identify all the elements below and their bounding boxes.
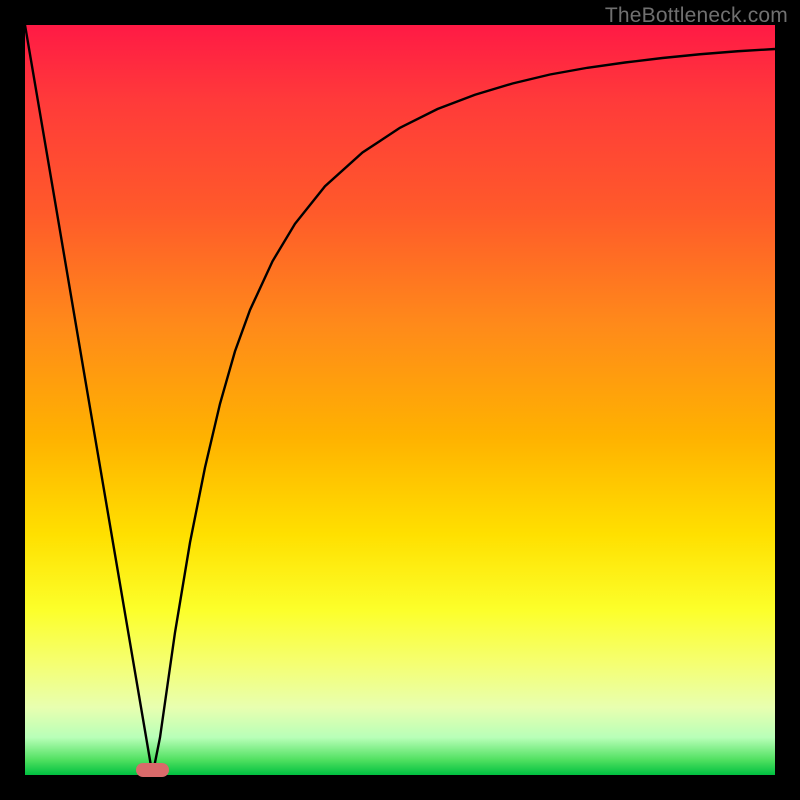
chart-container: TheBottleneck.com xyxy=(0,0,800,800)
watermark-text: TheBottleneck.com xyxy=(605,4,788,28)
bottleneck-curve xyxy=(25,25,775,775)
plot-area xyxy=(25,25,775,775)
optimal-marker xyxy=(136,763,170,777)
